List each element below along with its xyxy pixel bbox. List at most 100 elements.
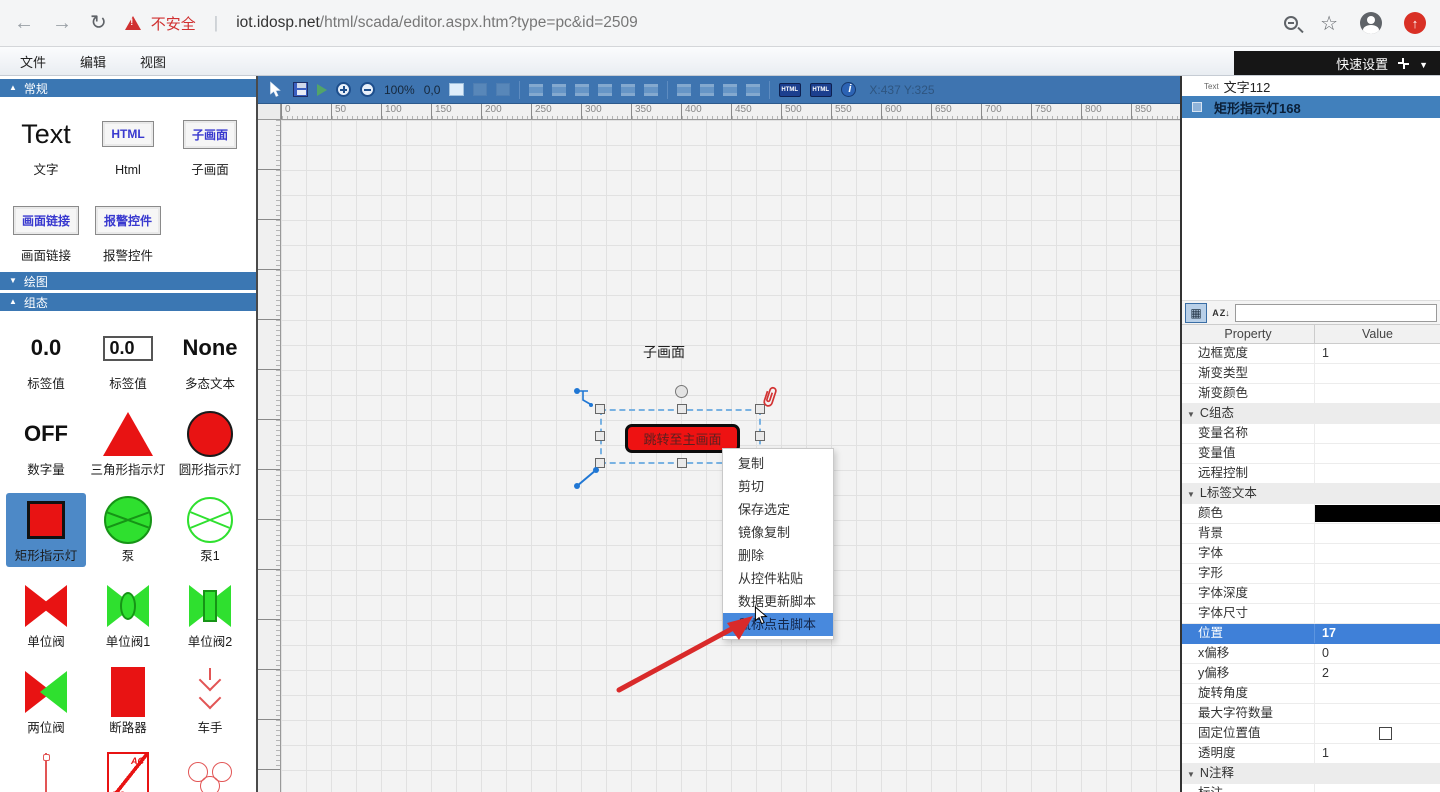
palette-item[interactable]: None 多态文本 bbox=[170, 321, 250, 395]
palette-item[interactable]: 车手 bbox=[170, 665, 250, 739]
property-row[interactable]: y偏移 2 bbox=[1182, 664, 1440, 684]
palette-item[interactable]: 0.0 标签值 bbox=[6, 321, 86, 395]
property-value[interactable]: 2 bbox=[1315, 664, 1440, 683]
property-value[interactable] bbox=[1315, 704, 1440, 723]
property-value[interactable] bbox=[1315, 384, 1440, 403]
property-value[interactable] bbox=[1315, 684, 1440, 703]
property-row[interactable]: 颜色 bbox=[1182, 504, 1440, 524]
property-value[interactable] bbox=[1315, 544, 1440, 563]
palette-item[interactable]: 单位阀1 bbox=[88, 579, 168, 653]
export-html-icon[interactable] bbox=[779, 83, 801, 97]
context-menu-item[interactable]: 保存选定 bbox=[723, 498, 833, 521]
collapse-icon[interactable] bbox=[1398, 58, 1409, 69]
property-row[interactable]: 最大字符数量 bbox=[1182, 704, 1440, 724]
browser-update-icon[interactable]: ↑ bbox=[1404, 12, 1426, 34]
object-list-item[interactable]: 矩形指示灯168 bbox=[1182, 96, 1440, 118]
categorized-view-icon[interactable]: ▦ bbox=[1185, 303, 1207, 323]
info-icon[interactable] bbox=[841, 82, 856, 97]
palette-item[interactable]: 三角形指示灯 bbox=[88, 407, 168, 481]
palette-item[interactable]: PT bbox=[170, 751, 250, 792]
align-middle-icon[interactable] bbox=[621, 84, 635, 96]
zoom-out-icon[interactable] bbox=[360, 82, 375, 97]
resize-handle-e[interactable] bbox=[755, 431, 765, 441]
property-value[interactable] bbox=[1315, 464, 1440, 483]
property-row[interactable]: 固定位置值 bbox=[1182, 724, 1440, 744]
property-value[interactable]: 17 bbox=[1315, 624, 1440, 643]
context-menu-item[interactable]: 镜像复制 bbox=[723, 521, 833, 544]
bookmark-star-icon[interactable]: ☆ bbox=[1320, 11, 1338, 36]
attachment-paperclip-icon[interactable] bbox=[755, 382, 784, 418]
palette-item[interactable]: 画面链接 画面链接 bbox=[6, 193, 86, 267]
property-value[interactable] bbox=[1315, 364, 1440, 383]
object-list-item[interactable]: Text 文字112 bbox=[1182, 76, 1440, 96]
property-row[interactable]: x偏移 0 bbox=[1182, 644, 1440, 664]
property-row[interactable]: 字形 bbox=[1182, 564, 1440, 584]
paste-icon[interactable] bbox=[496, 83, 510, 96]
palette-item[interactable]: HTML Html bbox=[88, 107, 168, 181]
palette-item[interactable]: 泵1 bbox=[170, 493, 250, 567]
property-row[interactable]: 标注 bbox=[1182, 784, 1440, 792]
align-top-icon[interactable] bbox=[598, 84, 612, 96]
same-height-icon[interactable] bbox=[700, 84, 714, 96]
property-row[interactable]: 字体尺寸 bbox=[1182, 604, 1440, 624]
property-row[interactable]: 透明度 1 bbox=[1182, 744, 1440, 764]
property-row[interactable]: 变量值 bbox=[1182, 444, 1440, 464]
property-row[interactable]: 旋转角度 bbox=[1182, 684, 1440, 704]
align-center-icon[interactable] bbox=[552, 84, 566, 96]
context-menu-item[interactable]: 数据更新脚本 bbox=[723, 590, 833, 613]
select-tool-icon[interactable] bbox=[266, 81, 284, 99]
section-header-general[interactable]: ▲ 常规 bbox=[0, 79, 256, 97]
property-row[interactable]: 渐变类型 bbox=[1182, 364, 1440, 384]
property-row[interactable]: N注释 bbox=[1182, 764, 1440, 784]
context-menu-item[interactable]: 鼠标点击脚本 bbox=[723, 613, 833, 636]
palette-item[interactable]: 子画面 子画面 bbox=[170, 107, 250, 181]
palette-item[interactable]: 报警控件 报警控件 bbox=[88, 193, 168, 267]
property-value[interactable] bbox=[1315, 424, 1440, 443]
property-row[interactable]: C组态 bbox=[1182, 404, 1440, 424]
align-bottom-icon[interactable] bbox=[644, 84, 658, 96]
resize-handle-n[interactable] bbox=[677, 404, 687, 414]
profile-avatar[interactable] bbox=[1360, 12, 1382, 34]
palette-item[interactable]: 圆形指示灯 bbox=[170, 407, 250, 481]
palette-item[interactable]: 两位阀 bbox=[6, 665, 86, 739]
context-menu-item[interactable]: 剪切 bbox=[723, 475, 833, 498]
subscreen-text-element[interactable]: 子画面 bbox=[643, 342, 685, 362]
back-icon[interactable]: ← bbox=[14, 13, 34, 33]
palette-item[interactable]: 逆变器 bbox=[88, 751, 168, 792]
resize-handle-w[interactable] bbox=[595, 431, 605, 441]
property-value[interactable] bbox=[1315, 504, 1440, 523]
palette-item[interactable]: Text 文字 bbox=[6, 107, 86, 181]
context-menu-item[interactable]: 复制 bbox=[723, 452, 833, 475]
property-row[interactable]: 远程控制 bbox=[1182, 464, 1440, 484]
color-swatch[interactable] bbox=[1315, 505, 1440, 522]
section-header-config[interactable]: ▲ 组态 bbox=[0, 293, 256, 311]
palette-item[interactable]: 矩形指示灯 bbox=[6, 493, 86, 567]
property-row[interactable]: 字体 bbox=[1182, 544, 1440, 564]
resize-handle-s[interactable] bbox=[677, 458, 687, 468]
menu-item[interactable]: 编辑 bbox=[80, 52, 106, 71]
connector-anchor-icon[interactable] bbox=[573, 464, 601, 490]
palette-item[interactable]: 断路器 bbox=[88, 665, 168, 739]
property-value[interactable] bbox=[1315, 524, 1440, 543]
property-value[interactable]: 0 bbox=[1315, 644, 1440, 663]
property-row[interactable]: 背景 bbox=[1182, 524, 1440, 544]
section-header-drawing[interactable]: ▼ 绘图 bbox=[0, 272, 256, 290]
property-row[interactable]: L标签文本 bbox=[1182, 484, 1440, 504]
property-row[interactable]: 边框宽度 1 bbox=[1182, 344, 1440, 364]
property-value[interactable] bbox=[1315, 784, 1440, 792]
copy-icon[interactable] bbox=[473, 83, 487, 96]
page-zoom-icon[interactable] bbox=[1284, 16, 1298, 30]
palette-item[interactable]: 单位阀2 bbox=[170, 579, 250, 653]
palette-item[interactable]: 单位阀 bbox=[6, 579, 86, 653]
distribute-h-icon[interactable] bbox=[723, 84, 737, 96]
property-row[interactable]: 字体深度 bbox=[1182, 584, 1440, 604]
menu-item[interactable]: 文件 bbox=[20, 52, 46, 71]
align-right-icon[interactable] bbox=[575, 84, 589, 96]
security-label[interactable]: 不安全 bbox=[151, 13, 196, 34]
zoom-in-icon[interactable] bbox=[336, 82, 351, 97]
context-menu-item[interactable]: 删除 bbox=[723, 544, 833, 567]
address-bar[interactable]: iot.idosp.net/html/scada/editor.aspx.htm… bbox=[236, 14, 1266, 32]
property-value[interactable] bbox=[1315, 564, 1440, 583]
menu-item[interactable]: 视图 bbox=[140, 52, 166, 71]
property-value[interactable] bbox=[1315, 584, 1440, 603]
